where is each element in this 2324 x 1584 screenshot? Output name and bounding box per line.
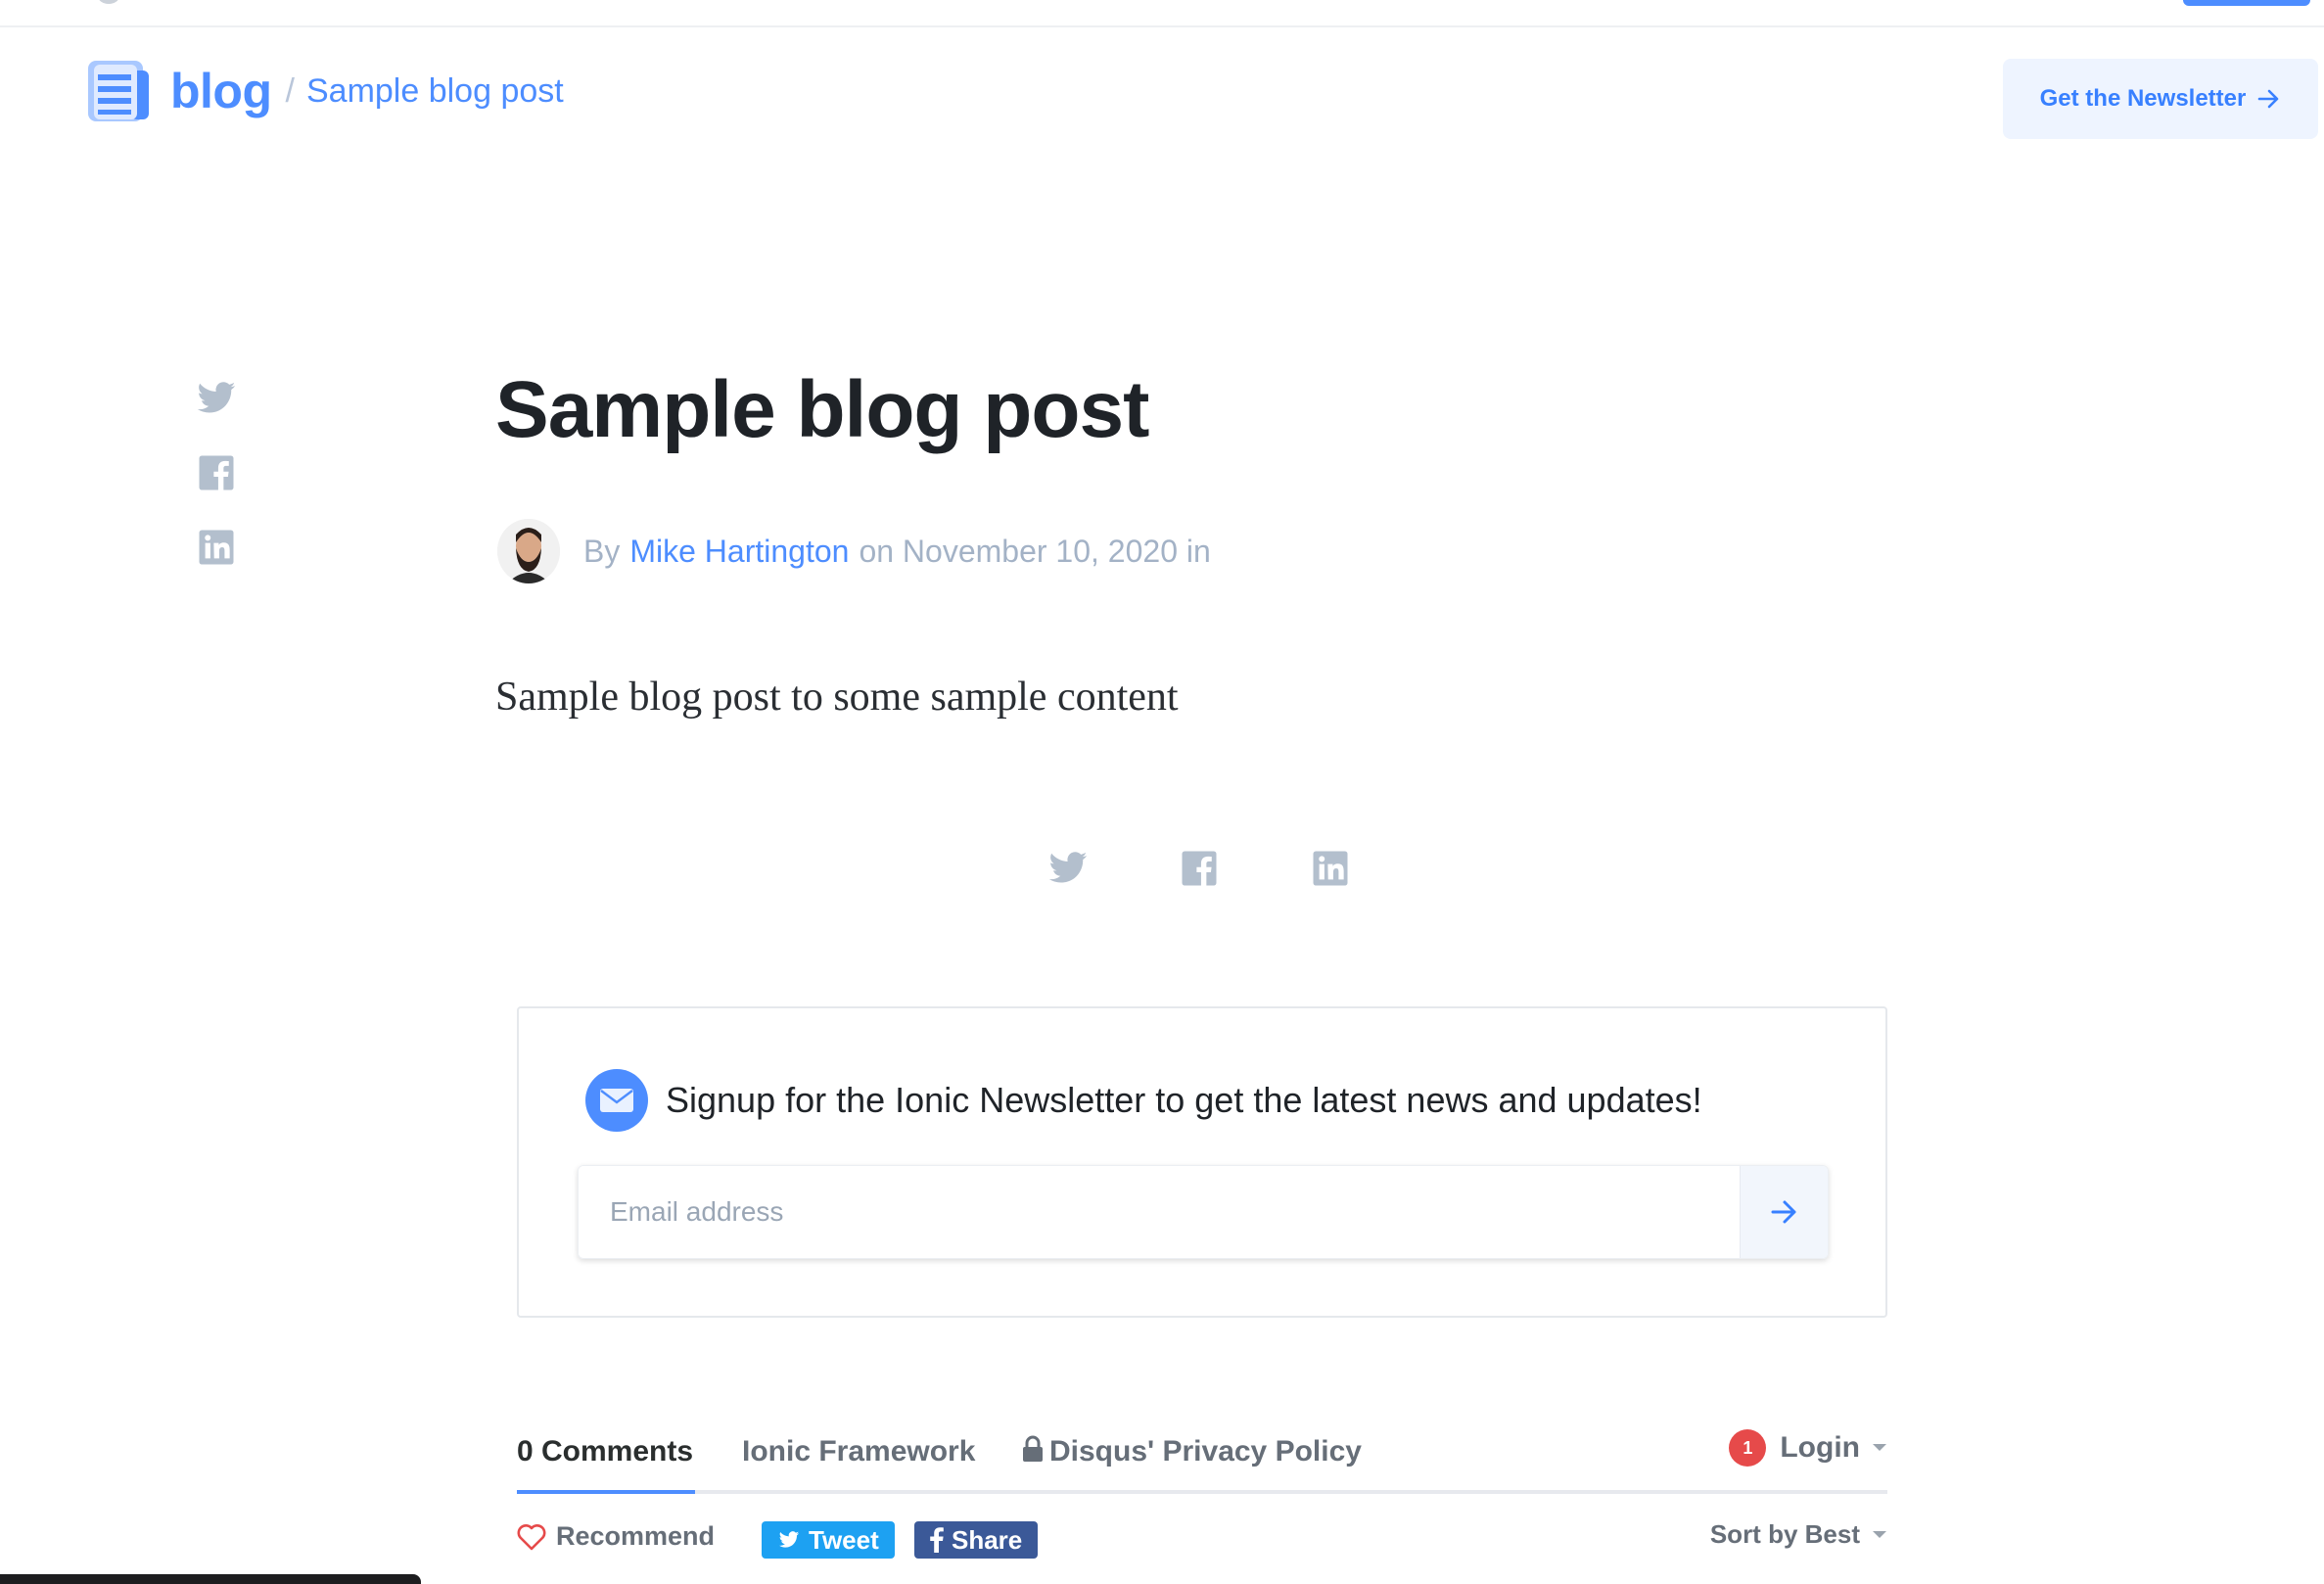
email-signup-form bbox=[578, 1165, 1829, 1259]
arrow-right-icon bbox=[1771, 1200, 1795, 1224]
breadcrumb-separator: / bbox=[285, 71, 295, 110]
facebook-f-icon bbox=[930, 1527, 944, 1553]
newsletter-headline: Signup for the Ionic Newsletter to get t… bbox=[666, 1080, 1702, 1120]
recommend-button[interactable]: Recommend bbox=[517, 1521, 715, 1552]
byline-date: on November 10, 2020 in bbox=[859, 533, 1211, 569]
author-avatar[interactable] bbox=[497, 519, 560, 583]
disqus-actions: Recommend Tweet Share Sort by Best bbox=[517, 1517, 1887, 1562]
newsletter-card: Signup for the Ionic Newsletter to get t… bbox=[517, 1006, 1887, 1318]
sort-label: Sort by Best bbox=[1709, 1519, 1860, 1549]
tab-community[interactable]: Ionic Framework bbox=[742, 1435, 975, 1468]
article-title: Sample blog post bbox=[495, 365, 1149, 454]
arrow-right-icon bbox=[2258, 89, 2279, 109]
tab-comments-label: 0 Comments bbox=[517, 1435, 694, 1468]
tweet-label: Tweet bbox=[809, 1524, 879, 1555]
blog-logo-icon bbox=[88, 61, 149, 121]
share-rail bbox=[196, 378, 237, 601]
tab-privacy-policy[interactable]: Disqus' Privacy Policy bbox=[1022, 1435, 1362, 1468]
twitter-icon bbox=[778, 1531, 800, 1548]
breadcrumb-current[interactable]: Sample blog post bbox=[306, 72, 564, 111]
twitter-icon[interactable] bbox=[196, 378, 237, 419]
heart-icon bbox=[517, 1523, 546, 1550]
active-tab-underline bbox=[517, 1490, 695, 1494]
tab-comments[interactable]: 0 Comments bbox=[517, 1435, 693, 1468]
newsletter-heading: Signup for the Ionic Newsletter to get t… bbox=[585, 1069, 1702, 1132]
facebook-icon[interactable] bbox=[196, 452, 237, 493]
bottom-window-bar bbox=[0, 1574, 421, 1584]
article-byline: By Mike Hartington on November 10, 2020 … bbox=[497, 519, 1221, 583]
mail-icon bbox=[585, 1069, 648, 1132]
chevron-down-icon bbox=[1873, 1444, 1886, 1451]
share-label: Share bbox=[952, 1524, 1023, 1555]
email-submit-button[interactable] bbox=[1740, 1166, 1828, 1258]
linkedin-icon[interactable] bbox=[1310, 848, 1351, 889]
get-newsletter-label: Get the Newsletter bbox=[2039, 85, 2247, 112]
author-photo bbox=[497, 519, 560, 583]
login-label: Login bbox=[1780, 1431, 1860, 1464]
tab-community-label: Ionic Framework bbox=[742, 1435, 976, 1468]
recommend-label: Recommend bbox=[556, 1521, 716, 1551]
partial-top-button[interactable] bbox=[2183, 0, 2310, 6]
notification-badge[interactable]: 1 bbox=[1729, 1429, 1767, 1467]
blog-brand[interactable]: blog / Sample blog post bbox=[84, 57, 564, 125]
sort-dropdown[interactable]: Sort by Best bbox=[1710, 1519, 1887, 1550]
login-dropdown[interactable]: 1 Login bbox=[1729, 1429, 1887, 1467]
byline-by: By bbox=[583, 533, 621, 569]
partial-top-icon bbox=[98, 0, 119, 4]
email-input[interactable] bbox=[579, 1166, 1740, 1258]
article-excerpt: Sample blog post to some sample content bbox=[495, 675, 1179, 720]
author-link[interactable]: Mike Hartington bbox=[629, 534, 849, 570]
twitter-icon[interactable] bbox=[1047, 848, 1089, 889]
tweet-button[interactable]: Tweet bbox=[762, 1521, 895, 1559]
brand-name: blog bbox=[170, 64, 272, 118]
share-bottom bbox=[1047, 848, 1351, 889]
facebook-icon[interactable] bbox=[1179, 848, 1220, 889]
chevron-down-icon bbox=[1873, 1530, 1886, 1538]
get-newsletter-button[interactable]: Get the Newsletter bbox=[2003, 59, 2318, 139]
disqus-tabs: 0 Comments Ionic Framework Disqus' Priva… bbox=[517, 1429, 1887, 1494]
lock-icon bbox=[1023, 1435, 1043, 1462]
top-browser-edge bbox=[0, 0, 2324, 27]
facebook-share-button[interactable]: Share bbox=[914, 1521, 1039, 1559]
tab-privacy-label: Disqus' Privacy Policy bbox=[1049, 1435, 1362, 1468]
linkedin-icon[interactable] bbox=[196, 527, 237, 568]
